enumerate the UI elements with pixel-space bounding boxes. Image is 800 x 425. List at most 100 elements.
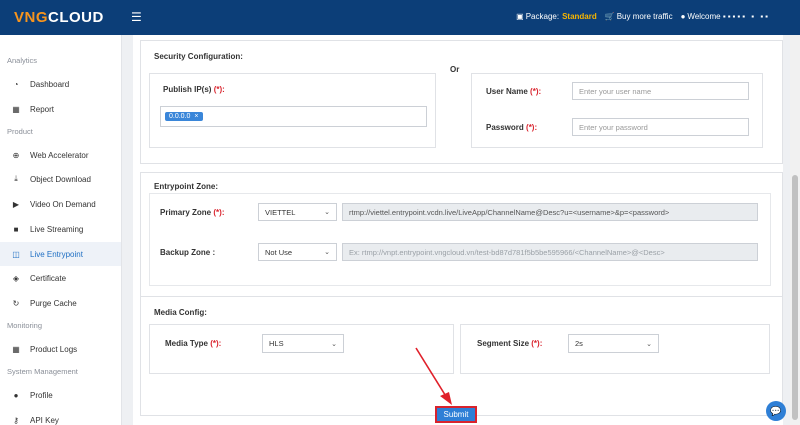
backup-zone-select[interactable]: Not Use ⌄ <box>258 243 337 261</box>
chevron-down-icon: ⌄ <box>324 209 330 216</box>
sidebar-section-product: Product <box>7 127 33 136</box>
shield-icon: ◈ <box>12 273 20 283</box>
top-navbar: VNGCLOUD ☰ ▣ Package: Standard 🛒 Buy more t… <box>0 0 800 35</box>
username-label: User Name (*): <box>486 87 541 96</box>
sidebar-item-label: Dashboard <box>30 79 70 89</box>
sidebar-item-purge-cache[interactable]: ↻ Purge Cache <box>0 291 121 315</box>
entrypoint-form-card: Security Configuration: Publish IP(s) (*… <box>133 35 783 425</box>
media-type-label: Media Type (*): <box>165 339 221 348</box>
publish-ip-label: Publish IP(s) (*): <box>163 85 225 94</box>
or-separator: Or <box>450 65 460 74</box>
primary-zone-label-text: Primary Zone <box>160 208 212 217</box>
required-mark: (*): <box>531 339 543 348</box>
sidebar: Analytics ◔ Dashboard ▦ Report Product ⊕ We… <box>0 35 122 425</box>
scrollbar-thumb[interactable] <box>792 175 798 420</box>
sidebar-item-video-on-demand[interactable]: ▶ Video On Demand <box>0 192 121 216</box>
media-type-box: Media Type (*): HLS ⌄ <box>149 324 454 374</box>
primary-zone-value: VIETTEL <box>265 207 296 217</box>
sidebar-item-label: Product Logs <box>30 344 78 354</box>
sidebar-section-analytics: Analytics <box>7 56 38 65</box>
required-mark: (*): <box>210 339 222 348</box>
sidebar-item-label: Report <box>30 104 55 114</box>
username-label-text: User Name <box>486 87 528 96</box>
submit-button[interactable]: Submit <box>435 406 477 423</box>
vng-cloud-logo[interactable]: VNGCLOUD <box>14 9 104 26</box>
camera-icon: ■ <box>13 224 19 234</box>
calendar-icon: ▦ <box>12 344 20 354</box>
segment-size-label-text: Segment Size <box>477 339 530 348</box>
user-icon: ● <box>13 390 19 400</box>
sidebar-item-report[interactable]: ▦ Report <box>0 97 121 121</box>
sidebar-item-label: Object Download <box>30 174 91 184</box>
entrypoint-zone-title: Entrypoint Zone: <box>154 182 218 191</box>
sidebar-item-object-download[interactable]: ⤓ Object Download <box>0 167 121 191</box>
sidebar-item-product-logs[interactable]: ▦ Product Logs <box>0 337 121 361</box>
primary-zone-select[interactable]: VIETTEL ⌄ <box>258 203 337 221</box>
globe-icon: ⊕ <box>12 150 20 160</box>
media-type-value: HLS <box>269 339 284 348</box>
cast-icon: ◫ <box>12 249 20 259</box>
package-icon: ▣ <box>516 12 524 21</box>
hamburger-icon[interactable]: ☰ <box>131 10 142 24</box>
publish-ip-label-text: Publish IP(s) <box>163 85 212 94</box>
sidebar-item-label: Purge Cache <box>30 298 77 308</box>
package-value: Standard <box>562 12 597 21</box>
welcome-label: Welcome <box>687 12 721 21</box>
sidebar-section-monitoring: Monitoring <box>7 321 43 330</box>
sidebar-item-label: Live Entrypoint <box>30 249 83 259</box>
backup-url-field[interactable]: Ex: rtmp://vnpt.entrypoint.vngcloud.vn/t… <box>342 243 758 261</box>
primary-zone-label: Primary Zone (*): <box>160 208 224 217</box>
buy-traffic-link[interactable]: 🛒 Buy more traffic <box>605 12 673 21</box>
primary-url-field[interactable]: rtmp://viettel.entrypoint.vcdn.live/Live… <box>342 203 758 221</box>
publish-ip-box: Publish IP(s) (*): 0.0.0.0 × <box>149 73 436 148</box>
page-scrollbar[interactable] <box>790 35 800 425</box>
user-menu[interactable]: ● Welcome ▪▪▪▪▪ ▪ ▪▪ <box>681 12 770 21</box>
sidebar-item-label: Profile <box>30 390 53 400</box>
buy-traffic-label: Buy more traffic <box>616 12 673 21</box>
username-masked: ▪▪▪▪▪ ▪ ▪▪ <box>722 12 770 21</box>
sidebar-item-label: Web Accelerator <box>30 150 89 160</box>
calendar-icon: ▦ <box>12 104 20 114</box>
top-right-menu: ▣ Package: Standard 🛒 Buy more traffic ● Wel… <box>516 12 770 21</box>
required-mark: (*): <box>213 208 225 217</box>
sidebar-item-label: Live Streaming <box>30 224 84 234</box>
sidebar-item-api-key[interactable]: ⚷ API Key <box>0 408 121 425</box>
segment-size-select[interactable]: 2s ⌄ <box>568 334 659 353</box>
tag-remove-icon[interactable]: × <box>194 113 198 120</box>
media-type-select[interactable]: HLS ⌄ <box>262 334 344 353</box>
download-icon: ⤓ <box>14 174 18 183</box>
key-icon: ⚷ <box>13 415 19 425</box>
media-type-label-text: Media Type <box>165 339 208 348</box>
backup-zone-label: Backup Zone : <box>160 248 216 257</box>
publish-ip-input[interactable]: 0.0.0.0 × <box>160 106 427 127</box>
required-mark: (*): <box>213 85 225 94</box>
backup-zone-value: Not Use <box>265 247 293 257</box>
chat-icon[interactable]: 💬 <box>766 401 786 421</box>
sidebar-item-live-entrypoint[interactable]: ◫ Live Entrypoint <box>0 242 121 266</box>
sidebar-item-label: Video On Demand <box>30 199 96 209</box>
sidebar-item-web-accelerator[interactable]: ⊕ Web Accelerator <box>0 143 121 167</box>
ip-tag-value: 0.0.0.0 <box>169 113 191 120</box>
zone-box: Primary Zone (*): VIETTEL ⌄ rtmp://viette… <box>149 193 771 286</box>
chevron-down-icon: ⌄ <box>646 340 652 348</box>
ip-tag: 0.0.0.0 × <box>165 112 203 121</box>
sidebar-item-profile[interactable]: ● Profile <box>0 383 121 407</box>
password-label: Password (*): <box>486 123 537 132</box>
sidebar-item-certificate[interactable]: ◈ Certificate <box>0 266 121 290</box>
sidebar-item-live-streaming[interactable]: ■ Live Streaming <box>0 217 121 241</box>
main-content: Security Configuration: Publish IP(s) (*… <box>122 35 790 425</box>
media-config-title: Media Config: <box>154 308 207 317</box>
security-config-panel: Security Configuration: Publish IP(s) (*… <box>140 40 783 164</box>
package-info[interactable]: ▣ Package: Standard <box>516 12 597 21</box>
user-circle-icon: ● <box>680 12 686 21</box>
sidebar-item-dashboard[interactable]: ◔ Dashboard <box>0 72 121 96</box>
password-input[interactable]: Enter your password <box>572 118 749 136</box>
media-config-panel: Media Config: Media Type (*): HLS ⌄ Segme… <box>140 296 783 416</box>
segment-size-box: Segment Size (*): 2s ⌄ <box>460 324 770 374</box>
required-mark: (*): <box>526 123 538 132</box>
username-input[interactable]: Enter your user name <box>572 82 749 100</box>
cart-icon: 🛒 <box>604 12 615 21</box>
logo-prefix: VNG <box>14 9 49 26</box>
segment-size-label: Segment Size (*): <box>477 339 542 348</box>
sidebar-section-system-management: System Management <box>7 367 78 376</box>
